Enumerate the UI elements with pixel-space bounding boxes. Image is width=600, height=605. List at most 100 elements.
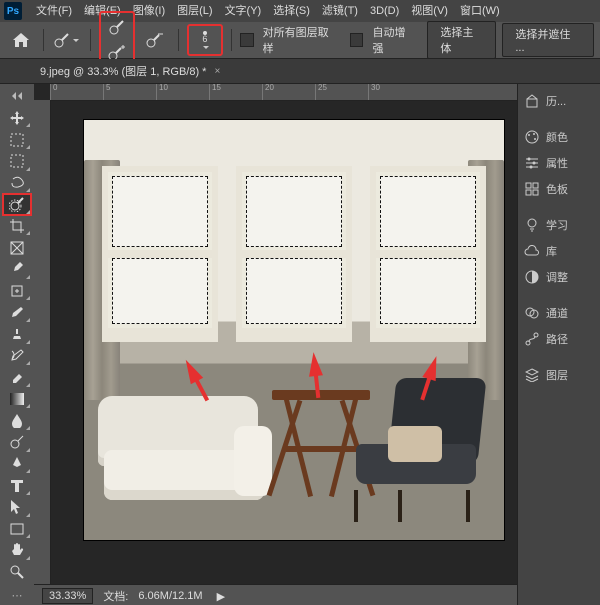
window-frame [102,166,218,342]
rect-marquee-tool[interactable] [3,151,31,172]
tool-preset-dropdown[interactable] [52,27,81,53]
cloud-icon [524,243,540,259]
highlight-box-brush-size: 6 [187,24,223,56]
menu-filter[interactable]: 滤镜(T) [316,0,364,22]
ruler-vertical[interactable] [34,100,51,605]
selection-marquee [380,176,476,247]
ruler-tick: 0 [50,84,103,100]
quick-select-tool[interactable] [3,194,31,215]
panel-label: 通道 [546,305,568,321]
selection-marquee [246,258,342,324]
brush-size-dropdown[interactable]: 6 [190,27,220,53]
canvas-area: 0 5 10 15 20 25 30 [34,84,517,605]
document-tab[interactable]: 9.jpeg @ 33.3% (图层 1, RGB/8) * [40,63,206,79]
panel-label: 调整 [546,269,568,285]
type-tool[interactable] [3,475,31,496]
palette-icon [524,129,540,145]
ruler-horizontal[interactable]: 0 5 10 15 20 25 30 [50,84,517,101]
panel-properties[interactable]: 属性 [518,150,600,176]
ruler-tick: 30 [368,84,421,100]
sample-all-layers-checkbox[interactable] [240,33,254,47]
panel-swatches[interactable]: 色板 [518,176,600,202]
panel-layers[interactable]: 图层 [518,362,600,388]
menu-file[interactable]: 文件(F) [30,0,78,22]
ruler-tick: 20 [262,84,315,100]
menu-layer[interactable]: 图层(L) [171,0,218,22]
artboard-tool[interactable] [3,129,31,150]
dodge-tool[interactable] [3,432,31,453]
panel-label: 路径 [546,331,568,347]
blur-tool[interactable] [3,410,31,431]
lightbulb-icon [524,217,540,233]
brush-size-value: 6 [202,35,207,44]
lasso-tool[interactable] [3,173,31,194]
pen-tool[interactable] [3,454,31,475]
history-brush-tool[interactable] [3,346,31,367]
rectangle-tool[interactable] [3,519,31,540]
panel-history[interactable]: 历... [518,88,600,114]
menu-select[interactable]: 选择(S) [267,0,316,22]
panel-label: 库 [546,243,557,259]
path-select-tool[interactable] [3,497,31,518]
frame-tool[interactable] [3,237,31,258]
window-set [102,166,486,342]
ruler-tick: 5 [103,84,156,100]
panel-dock: 历... 颜色 属性 色板 学习 库 调整 通道 路径 图层 [517,84,600,605]
zoom-tool[interactable] [3,562,31,583]
selection-marquee [112,258,208,324]
eraser-tool[interactable] [3,367,31,388]
clone-stamp-tool[interactable] [3,324,31,345]
sofa [98,386,268,526]
docsize-value: 6.06M/12.1M [138,590,202,602]
history-icon [524,93,540,109]
ruler-tick: 15 [209,84,262,100]
brush-tool[interactable] [3,302,31,323]
panel-color[interactable]: 颜色 [518,124,600,150]
selection-marquee [246,176,342,247]
document-canvas[interactable] [84,120,504,540]
layers-icon [524,367,540,383]
close-tab-icon[interactable]: × [214,66,220,77]
zoom-field[interactable]: 33.33% [42,588,93,604]
panel-adjustments[interactable]: 调整 [518,264,600,290]
edit-toolbar-icon[interactable]: ⋯ [3,585,31,605]
hand-tool[interactable] [3,540,31,561]
toolbar-collapse-icon[interactable] [3,86,31,107]
spot-heal-tool[interactable] [3,281,31,302]
menu-view[interactable]: 视图(V) [405,0,454,22]
selection-marquee [112,176,208,247]
panel-learn[interactable]: 学习 [518,212,600,238]
crop-tool[interactable] [3,216,31,237]
move-tool[interactable] [3,108,31,129]
panel-libraries[interactable]: 库 [518,238,600,264]
sliders-icon [524,155,540,171]
annotation-arrow-icon [176,350,203,384]
subtract-from-selection-button[interactable] [141,27,170,53]
app-logo-icon: Ps [4,2,22,20]
window-frame [236,166,352,342]
select-subject-button[interactable]: 选择主体 [427,21,496,59]
panel-label: 历... [546,93,566,109]
auto-enhance-label: 自动增强 [372,24,415,56]
home-icon[interactable] [6,27,35,53]
tools-panel: ⋯ [0,84,34,605]
panel-label: 图层 [546,367,568,383]
document-tab-bar: 9.jpeg @ 33.3% (图层 1, RGB/8) * × [0,59,600,84]
options-bar: 6 对所有图层取样 自动增强 选择主体 选择并遮住 ... [0,22,600,59]
select-and-mask-button[interactable]: 选择并遮住 ... [502,23,594,57]
panel-channels[interactable]: 通道 [518,300,600,326]
new-selection-button[interactable] [102,14,132,40]
menu-window[interactable]: 窗口(W) [454,0,506,22]
gradient-tool[interactable] [3,389,31,410]
panel-paths[interactable]: 路径 [518,326,600,352]
panel-label: 属性 [546,155,568,171]
image-content [84,120,504,540]
status-bar: 33.33% 文档: 6.06M/12.1M ▶ [34,584,517,605]
menu-type[interactable]: 文字(Y) [219,0,268,22]
contrast-icon [524,269,540,285]
eyedropper-tool[interactable] [3,259,31,280]
auto-enhance-checkbox[interactable] [350,33,364,47]
status-caret-icon[interactable]: ▶ [217,590,225,603]
channels-icon [524,305,540,321]
menu-3d[interactable]: 3D(D) [364,0,405,22]
